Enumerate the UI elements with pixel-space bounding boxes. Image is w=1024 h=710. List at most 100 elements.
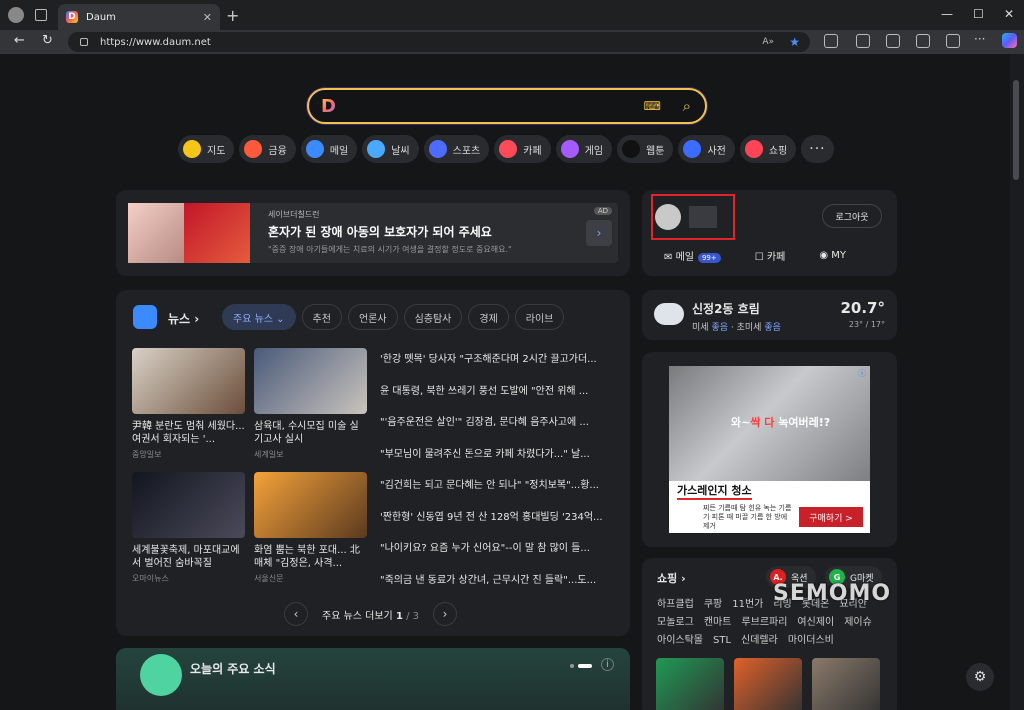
side-ad[interactable]: 와~싹 다 녹여버레!? ⓧ 가스레인지 청소 찌든 기름때 탐 힌유 녹는 기…	[642, 352, 897, 547]
scrollbar-thumb[interactable]	[1013, 80, 1019, 180]
news-thumb[interactable]: 세계불꽃축제, 마포대교에서 벌어진 숨바꼭질 오마이뉴스	[132, 472, 245, 584]
news-thumb-caption[interactable]: 삼육대, 수시모집 미술 실기고사 실시	[254, 420, 367, 446]
shortcut-label: 쇼핑	[768, 145, 788, 157]
shortcut-1[interactable]: 금융	[239, 135, 296, 163]
news-thumb[interactable]: 삼육대, 수시모집 미술 실기고사 실시 세계일보	[254, 348, 367, 460]
news-thumb-caption[interactable]: 尹韓 분란도 멈춰 세웠다...여권서 회자되는 '...	[132, 420, 245, 446]
tab-actions-icon[interactable]	[35, 9, 47, 21]
news-tab-2[interactable]: 언론사	[347, 304, 398, 330]
shortcut-label: 스포츠	[452, 145, 481, 157]
ad-subtext: "중증 장애 아기들에게는 치료의 시기가 여생을 결정할 정도로 중요해요."	[268, 245, 512, 254]
shortcut-4[interactable]: 스포츠	[423, 135, 490, 163]
shortcut-5[interactable]: 카페	[494, 135, 551, 163]
my-link[interactable]: ◉ MY	[819, 250, 846, 261]
news-title[interactable]: 뉴스 ›	[168, 310, 199, 327]
login-panel: 로그아웃 ✉ 메일 99+ ☐ 카페 ◉ MY	[642, 190, 897, 276]
close-window-icon[interactable]: ✕	[1004, 7, 1014, 21]
news-tab-4[interactable]: 경제	[468, 304, 509, 330]
lock-icon	[80, 38, 88, 46]
shop-link[interactable]: 여신제이	[797, 617, 834, 628]
collections-icon[interactable]	[916, 34, 930, 48]
keyboard-icon[interactable]: ⌨	[644, 99, 661, 113]
news-headline[interactable]: "죽의금 낸 동료가 상간녀, 근무시간 진 들락"...도...	[380, 571, 612, 603]
ad-headline[interactable]: 혼자가 된 장애 아동의 보호자가 되어 주세요	[268, 223, 492, 240]
shop-link[interactable]: 신데렐라	[741, 635, 778, 646]
news-tab-0[interactable]: 주요 뉴스 ⌄	[222, 304, 296, 330]
news-headline[interactable]: '짠한형' 신동엽 9년 전 산 128억 홍대빌딩 '234억...	[380, 508, 612, 540]
logout-button[interactable]: 로그아웃	[822, 204, 882, 228]
news-headline[interactable]: "부모님이 물려주신 돈으로 카페 차렸다가..." 날...	[380, 445, 612, 477]
news-thumb-caption[interactable]: 화염 뿜는 북한 포대... 北매체 "김정은, 사격...	[254, 544, 367, 570]
split-screen-icon[interactable]	[856, 34, 870, 48]
shop-link[interactable]: 하프클럽	[657, 599, 694, 610]
new-tab-icon[interactable]: +	[226, 6, 239, 25]
info-icon[interactable]: i	[601, 658, 614, 671]
mail-link[interactable]: ✉ 메일 99+	[664, 248, 721, 263]
news-thumb-image	[254, 348, 367, 414]
ad-close-icon[interactable]: ⓧ	[858, 368, 866, 379]
favorite-star-icon[interactable]: ★	[789, 35, 800, 49]
read-aloud-icon[interactable]: A»	[762, 37, 774, 47]
more-services-button[interactable]: ···	[801, 135, 834, 163]
cafe-link[interactable]: ☐ 카페	[755, 248, 786, 263]
copilot-icon[interactable]	[1002, 33, 1017, 48]
top-banner-ad[interactable]: 세이브더칠드런 혼자가 된 장애 아동의 보호자가 되어 주세요 "중증 장애 …	[116, 190, 630, 276]
back-icon[interactable]: ←	[14, 33, 25, 48]
shortcut-7[interactable]: 웹툰	[617, 135, 674, 163]
shop-link[interactable]: 마이더스비	[788, 635, 834, 646]
settings-gear-icon[interactable]: ⚙	[966, 663, 994, 691]
news-headline[interactable]: "나이키요? 요즘 누가 신어요"--이 말 참 많이 들...	[380, 539, 612, 571]
news-headline[interactable]: '한강 뗏목' 당사자 "구조해준다며 2시간 끌고가더...	[380, 350, 612, 382]
shortcut-6[interactable]: 게임	[555, 135, 613, 163]
shortcut-0[interactable]: 지도	[178, 135, 235, 163]
close-tab-icon[interactable]: ✕	[203, 11, 212, 24]
news-headline[interactable]: 윤 대통령, 북한 쓰레기 풍선 도발에 "안전 위해 ...	[380, 382, 612, 414]
shop-product-image[interactable]	[734, 658, 802, 710]
browser-essentials-icon[interactable]	[946, 34, 960, 48]
shop-link[interactable]: 11번가	[732, 599, 763, 610]
shortcut-3[interactable]: 날씨	[362, 135, 419, 163]
search-icon[interactable]: ⌕	[683, 97, 691, 115]
buy-button[interactable]: 구매하기 >	[799, 507, 863, 527]
news-headline[interactable]: "'음주운전은 살인'" 김장겸, 문다혜 음주사고에 ...	[380, 413, 612, 445]
carousel-dots[interactable]	[570, 664, 594, 668]
shop-link[interactable]: 루브르파리	[741, 617, 787, 628]
ad-badge: AD	[593, 207, 612, 215]
more-news-link[interactable]: 주요 뉴스 더보기 1 / 3	[322, 607, 419, 622]
news-thumb[interactable]: 화염 뿜는 북한 포대... 北매체 "김정은, 사격... 서울신문	[254, 472, 367, 584]
weather-widget[interactable]: 신정2동 흐림 미세 좋음 · 초미세 좋음 20.7° 23° / 17°	[642, 290, 897, 340]
refresh-icon[interactable]: ↻	[42, 33, 53, 48]
shop-link[interactable]: 캔마트	[704, 617, 732, 628]
maximize-icon[interactable]: ☐	[973, 7, 984, 21]
news-tab-5[interactable]: 라이브	[514, 304, 565, 330]
shop-link[interactable]: 제이슈	[844, 617, 872, 628]
shortcut-9[interactable]: 쇼핑	[739, 135, 797, 163]
more-menu-icon[interactable]: ···	[974, 32, 988, 46]
news-tab-3[interactable]: 심층탐사	[403, 304, 463, 330]
shortcut-2[interactable]: 메일	[300, 135, 358, 163]
shop-link[interactable]: STL	[713, 635, 731, 646]
browser-tab-daum[interactable]: D Daum ✕	[58, 4, 220, 30]
news-tab-1[interactable]: 추천	[301, 304, 342, 330]
shop-link[interactable]: 아이스탁몰	[657, 635, 703, 646]
news-headline[interactable]: "김건희는 되고 문다혜는 안 되나" "정치보복"...황...	[380, 476, 612, 508]
shop-product-image[interactable]	[656, 658, 724, 710]
ad-arrow-icon[interactable]: ›	[586, 220, 612, 246]
shop-title[interactable]: 쇼핑 ›	[657, 570, 686, 586]
shop-link[interactable]: 모놀로그	[657, 617, 694, 628]
extensions-icon[interactable]	[824, 34, 838, 48]
shop-product-image[interactable]	[812, 658, 880, 710]
news-thumb-caption[interactable]: 세계불꽃축제, 마포대교에서 벌어진 숨바꼭질	[132, 544, 245, 570]
profile-avatar-icon[interactable]	[8, 7, 24, 23]
shop-link[interactable]: 쿠팡	[704, 599, 722, 610]
address-bar[interactable]: https://www.daum.net A» ★	[68, 32, 810, 52]
favorites-icon[interactable]	[886, 34, 900, 48]
prev-page-button[interactable]: ‹	[284, 602, 308, 626]
ad-photo-baby	[128, 203, 184, 263]
minimize-icon[interactable]: —	[941, 7, 953, 21]
news-title-text: 뉴스	[168, 312, 191, 326]
next-page-button[interactable]: ›	[433, 602, 458, 626]
news-thumb[interactable]: 尹韓 분란도 멈춰 세웠다...여권서 회자되는 '... 중앙일보	[132, 348, 245, 460]
search-box[interactable]: D ⌨ ⌕	[307, 88, 707, 124]
shortcut-8[interactable]: 사전	[678, 135, 735, 163]
